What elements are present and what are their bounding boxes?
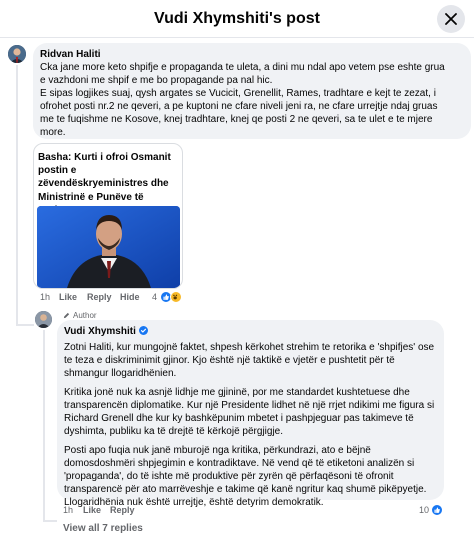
haha-reaction-icon[interactable] [170,291,182,303]
like-reaction-icon[interactable] [431,504,443,516]
reply-button[interactable]: Reply [87,292,112,302]
author-badge: Author [63,311,97,320]
reply-line: transparencë për ato marrëveshje e takim… [64,484,427,495]
comment-bubble: Ridvan Haliti Cka jane more keto shpifje… [33,43,471,139]
comment-line: ofrohet posti nr.2 ne qeveri, a pe kupto… [40,101,438,112]
reply-line: transparencën diplomatike. Kur një Presi… [64,400,435,411]
comment-author[interactable]: Ridvan Haliti [40,48,464,61]
avatar[interactable] [35,311,52,328]
reaction-count[interactable]: 4 [152,292,157,302]
reply-paragraph: Zotni Haliti, kur mungojnë faktet, shpes… [64,341,437,380]
author-badge-label: Author [73,311,97,320]
reply-author[interactable]: Vudi Xhymshiti [64,325,437,338]
reply-actions: 1h Like Reply [63,505,223,517]
comment-line: more. [40,127,66,138]
dialog-title: Vudi Xhymshiti's post [154,10,320,27]
profile-photo [35,311,52,328]
reply-line: shmangur llogaridhënien. [64,368,177,379]
pencil-icon [63,312,70,319]
reply-line: Zotni Haliti, kur mungojnë faktet, shpes… [64,342,435,353]
dialog-header: Vudi Xhymshiti's post [0,0,474,38]
view-all-replies-link[interactable]: View all 7 replies [63,523,143,534]
like-button[interactable]: Like [59,292,77,302]
nested-thread-connector [43,520,57,522]
reply-line: 'propaganda', do të ishte më produktive … [64,471,394,482]
profile-photo [8,45,26,63]
close-icon [445,13,457,25]
reply-bubble: Vudi Xhymshiti Zotni Haliti, kur mungojn… [57,320,444,508]
comment-line: E sipas logjikes suaj, qysh argates se V… [40,88,436,99]
reply-author-name: Vudi Xhymshiti [64,326,136,337]
comment-text: Cka jane more keto shpifje e propaganda … [40,61,464,139]
comment-actions: 1h Like Reply Hide [40,292,240,304]
reply-timestamp[interactable]: 1h [63,505,73,515]
reply-thread-line [16,65,18,325]
nested-thread-line [43,330,45,520]
reply-text: Zotni Haliti, kur mungojnë faktet, shpes… [64,341,437,509]
reply-paragraph: Posti apo fuqia nuk janë mburojë nga kri… [64,444,437,509]
hide-button[interactable]: Hide [120,292,140,302]
reply-line: Kritika jonë nuk ka asnjë lidhje me gjin… [64,387,410,398]
like-button[interactable]: Like [83,505,101,515]
reply-line: domosdoshmëri shpjegimin e kontradiktave… [64,458,415,469]
link-thumbnail [37,206,180,288]
reply-line: dyshimta, publiku ka të drejtë të kërkoj… [64,426,284,437]
comment-line: me te fuqishme ne Kosove, knej tradhtare… [40,114,433,125]
comment-line: e vazhdoni me shpif e me bo propagande p… [40,75,273,86]
verified-badge-icon [138,326,148,335]
close-button[interactable] [437,5,465,33]
reply-thread-connector [16,324,34,326]
reply-line: te teza e diskriminimit gjinor. Kjo ësht… [64,355,395,366]
avatar[interactable] [8,45,26,63]
link-preview-card[interactable]: Basha: Kurti i ofroi Osmanit postin e zë… [33,143,183,289]
reply-paragraph: Kritika jonë nuk ka asnjë lidhje me gjin… [64,386,437,438]
reply-line: Posti apo fuqia nuk janë mburojë nga kri… [64,445,371,456]
reply-line: Richard Grenell dhe kur ky bashkëpunim m… [64,413,414,424]
reply-button[interactable]: Reply [110,505,135,515]
reaction-count[interactable]: 10 [419,505,429,515]
comment-timestamp[interactable]: 1h [40,292,50,302]
comment-line: Cka jane more keto shpifje e propaganda … [40,62,445,73]
